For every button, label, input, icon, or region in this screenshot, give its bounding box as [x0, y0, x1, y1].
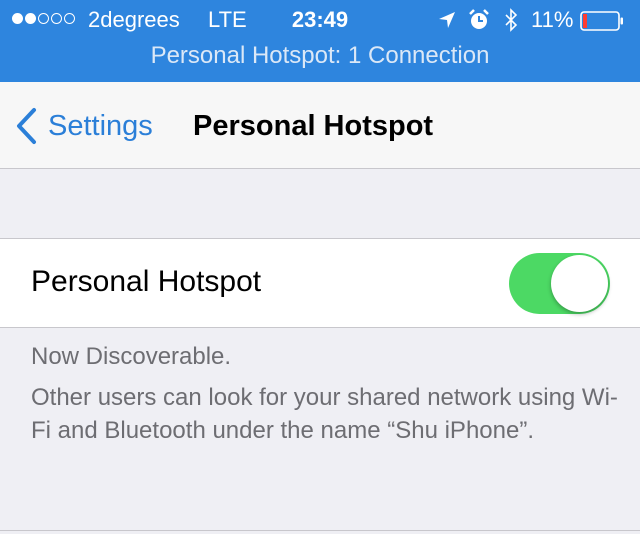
personal-hotspot-toggle[interactable] — [509, 253, 610, 314]
location-arrow-icon — [436, 8, 458, 32]
page-title: Personal Hotspot — [193, 110, 434, 142]
chevron-left-icon — [17, 108, 36, 144]
hotspot-footer-text: Now Discoverable. Other users can look f… — [31, 340, 621, 455]
navigation-bar: Settings Personal Hotspot — [0, 82, 640, 169]
discoverable-description: Other users can look for your shared net… — [31, 384, 618, 444]
battery-icon — [580, 11, 623, 31]
back-button-label: Settings — [48, 109, 153, 142]
battery-percentage: 11% — [531, 7, 574, 32]
back-button[interactable]: Settings — [14, 106, 153, 146]
bluetooth-icon — [500, 8, 522, 32]
toggle-knob — [551, 255, 608, 312]
discoverable-status: Now Discoverable. — [31, 343, 232, 370]
divider — [0, 530, 640, 531]
status-bar: 2degrees LTE 23:49 11% Personal Hotspot:… — [0, 0, 640, 82]
status-icons — [436, 8, 522, 32]
hotspot-connection-banner[interactable]: Personal Hotspot: 1 Connection — [0, 42, 640, 70]
personal-hotspot-label: Personal Hotspot — [31, 265, 262, 298]
personal-hotspot-cell: Personal Hotspot — [0, 238, 640, 328]
alarm-icon — [468, 8, 490, 32]
